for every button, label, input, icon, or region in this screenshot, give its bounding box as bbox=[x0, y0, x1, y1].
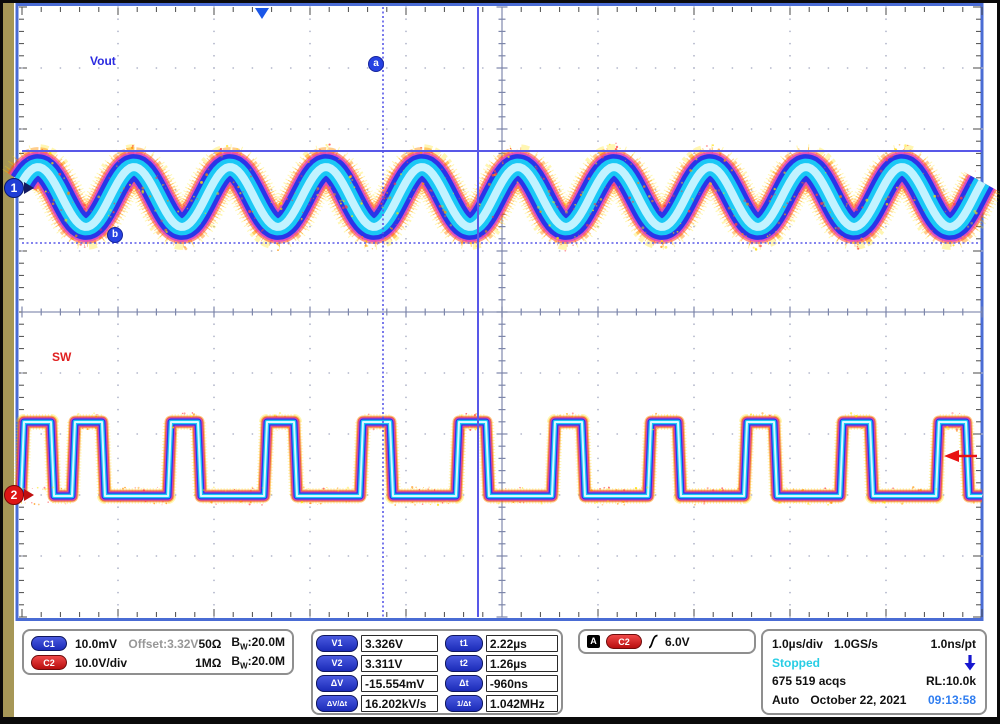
datetime-row: Auto October 22, 2021 09:13:58 bbox=[772, 691, 976, 709]
trigger-position-marker-icon[interactable] bbox=[255, 8, 269, 19]
trigger-level-value: 6.0V bbox=[665, 635, 690, 649]
cursor-b-handle[interactable]: b bbox=[107, 227, 123, 243]
inv-dt-badge: 1/Δt bbox=[445, 695, 483, 712]
timebase-value: 1.0µs/div bbox=[772, 637, 823, 651]
trigger-source-badge[interactable]: C2 bbox=[606, 634, 642, 649]
ch1-label: Vout bbox=[90, 54, 116, 68]
ch2-label: SW bbox=[52, 350, 71, 364]
ch2-termination: 1MΩ bbox=[195, 656, 221, 670]
dt-badge: Δt bbox=[445, 675, 483, 692]
ch1-settings-row[interactable]: C1 10.0mV Offset:3.32V 50Ω BW:20.0M bbox=[31, 634, 285, 653]
inv-dt-value: 1.042MHz bbox=[486, 695, 558, 712]
trigger-a-badge: A bbox=[587, 635, 600, 648]
v2-badge: V2 bbox=[316, 655, 358, 672]
trigger-level-arrow-icon[interactable] bbox=[944, 450, 959, 462]
ch2-bandwidth: BW:20.0M bbox=[231, 654, 285, 670]
dv-value: -15.554mV bbox=[361, 675, 438, 692]
measure-row-v1-t1: V1 3.326V t1 2.22µs bbox=[316, 634, 558, 652]
scroll-down-arrow-icon[interactable] bbox=[964, 655, 976, 671]
resolution-value: 1.0ns/pt bbox=[931, 637, 976, 651]
date-value: October 22, 2021 bbox=[810, 693, 906, 707]
trigger-mode: Auto bbox=[772, 693, 799, 707]
ch1-marker-arrow-icon bbox=[24, 182, 34, 194]
ch2-badge[interactable]: C2 bbox=[31, 655, 67, 670]
acquisitions-row: 675 519 acqs RL:10.0k bbox=[772, 672, 976, 690]
t2-value: 1.26µs bbox=[486, 655, 558, 672]
measure-row-v2-t2: V2 3.311V t2 1.26µs bbox=[316, 654, 558, 672]
ch1-offset: Offset:3.32V bbox=[128, 637, 198, 651]
ch2-scale: 10.0V/div bbox=[75, 656, 195, 670]
rising-edge-icon bbox=[648, 634, 659, 649]
ch1-position-marker[interactable]: 1 bbox=[4, 178, 44, 198]
ch2-settings-row[interactable]: C2 10.0V/div 1MΩ BW:20.0M bbox=[31, 653, 285, 672]
ch1-termination: 50Ω bbox=[198, 637, 221, 651]
t2-badge: t2 bbox=[445, 655, 483, 672]
dvdt-value: 16.202kV/s bbox=[361, 695, 438, 712]
ch1-bandwidth: BW:20.0M bbox=[231, 635, 285, 651]
t1-badge: t1 bbox=[445, 635, 483, 652]
measure-row-slope-freq: ΔV/Δt 16.202kV/s 1/Δt 1.042MHz bbox=[316, 694, 558, 712]
record-length: RL:10.0k bbox=[926, 674, 976, 688]
oscilloscope-screen: { "labels": { "ch1": "Vout", "ch2": "SW"… bbox=[0, 0, 1000, 724]
v1-badge: V1 bbox=[316, 635, 358, 652]
sample-rate-value: 1.0GS/s bbox=[834, 637, 878, 651]
ch2-marker-arrow-icon bbox=[24, 489, 34, 501]
ch1-marker-bubble[interactable]: 1 bbox=[4, 178, 24, 198]
t1-value: 2.22µs bbox=[486, 635, 558, 652]
dt-value: -960ns bbox=[486, 675, 558, 692]
cursor-readout-box[interactable]: V1 3.326V t1 2.22µs V2 3.311V t2 1.26µs … bbox=[311, 629, 563, 715]
trigger-settings-box[interactable]: A C2 6.0V bbox=[578, 629, 756, 654]
acquisition-status: Stopped bbox=[772, 656, 820, 670]
ch1-badge[interactable]: C1 bbox=[31, 636, 67, 651]
dvdt-badge: ΔV/Δt bbox=[316, 695, 358, 712]
ch1-scale: 10.0mV bbox=[75, 637, 128, 651]
status-row: Stopped bbox=[772, 654, 976, 672]
graticule-display bbox=[0, 0, 1000, 724]
ch2-position-marker[interactable]: 2 bbox=[4, 485, 44, 505]
v1-value: 3.326V bbox=[361, 635, 438, 652]
timebase-row: 1.0µs/div 1.0GS/s 1.0ns/pt bbox=[772, 635, 976, 653]
channel-settings-box[interactable]: C1 10.0mV Offset:3.32V 50Ω BW:20.0M C2 1… bbox=[22, 629, 294, 675]
measure-row-dv-dt: ΔV -15.554mV Δt -960ns bbox=[316, 674, 558, 692]
v2-value: 3.311V bbox=[361, 655, 438, 672]
dv-badge: ΔV bbox=[316, 675, 358, 692]
cursor-a-handle[interactable]: a bbox=[368, 56, 384, 72]
horizontal-acquisition-box[interactable]: 1.0µs/div 1.0GS/s 1.0ns/pt Stopped 675 5… bbox=[761, 629, 987, 715]
graticule-grid bbox=[17, 5, 983, 620]
acquisition-count: 675 519 acqs bbox=[772, 674, 846, 688]
time-value: 09:13:58 bbox=[928, 693, 976, 707]
ch2-marker-bubble[interactable]: 2 bbox=[4, 485, 24, 505]
